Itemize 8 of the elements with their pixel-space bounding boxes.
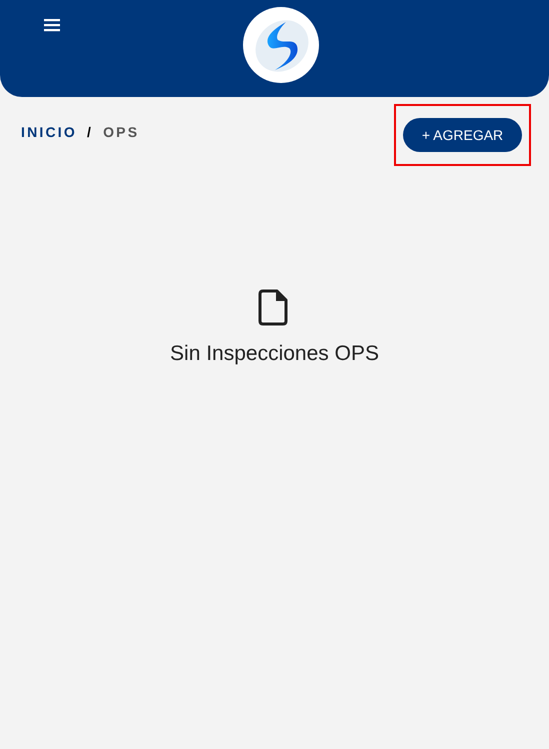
logo-icon (242, 6, 320, 84)
breadcrumb-separator: / (86, 124, 94, 140)
document-icon (258, 289, 288, 326)
breadcrumb-link[interactable]: INICIO (21, 124, 77, 140)
menu-icon[interactable] (43, 18, 61, 32)
add-button[interactable]: + AGREGAR (403, 118, 522, 152)
empty-message: Sin Inspecciones OPS (170, 342, 379, 366)
breadcrumb-current: OPS (103, 124, 140, 140)
